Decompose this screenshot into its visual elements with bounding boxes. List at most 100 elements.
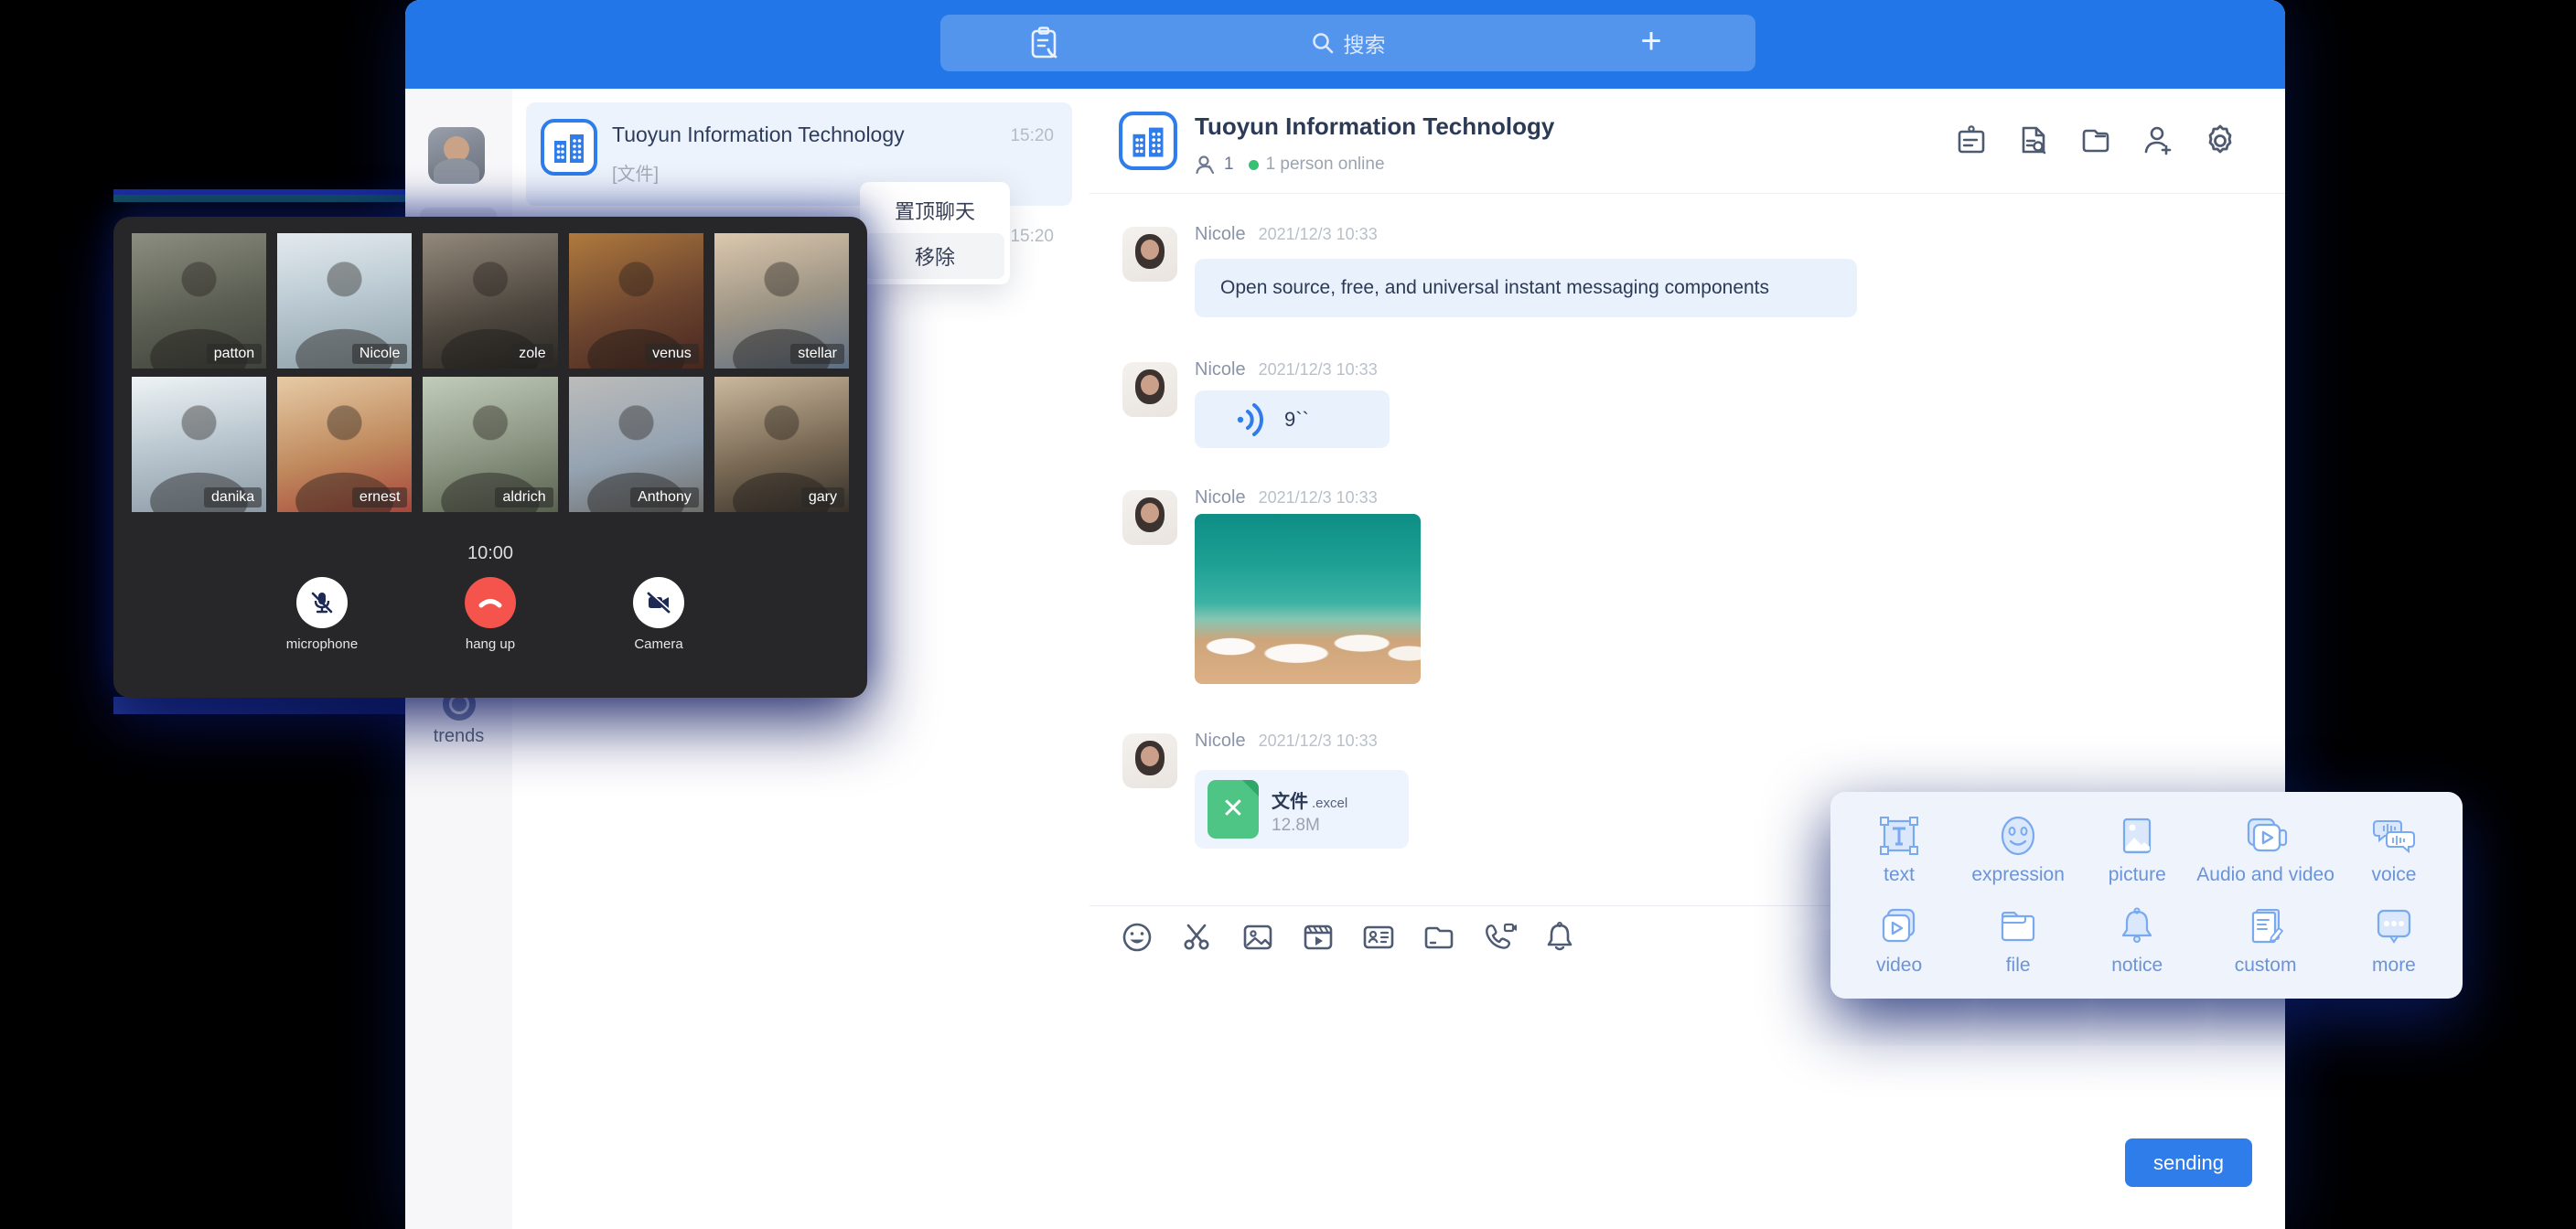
file-ext: .excel [1312,796,1347,811]
search-placeholder: 搜索 [1344,27,1386,59]
microphone-mute-button[interactable] [296,577,348,628]
trends-label: trends [405,726,512,747]
panel-item-file[interactable]: file [1959,895,2077,986]
file-name: 文件.excel [1272,786,1347,813]
custom-icon [2244,904,2288,948]
panel-item-video[interactable]: video [1840,895,1959,986]
current-user-avatar[interactable] [428,127,485,184]
voice-message-bubble[interactable]: 9`` [1195,390,1390,448]
menu-item-remove[interactable]: 移除 [865,233,1004,279]
notice-bell-icon[interactable] [1540,917,1580,957]
file-message-card[interactable]: ✕ 文件.excel 12.8M [1195,770,1409,849]
panel-item-picture[interactable]: picture [2077,805,2196,895]
participant-name: danika [204,487,262,508]
backdrop-glow-strip [113,697,405,714]
call-records-button[interactable] [940,15,1149,71]
video-tile[interactable]: gary [714,377,849,512]
message-type-panel: text expression picture Audio and video [1830,792,2463,999]
participant-name: zole [511,344,553,364]
chat-title: Tuoyun Information Technology [1195,112,1554,141]
add-button[interactable]: + [1547,15,1755,71]
contact-card-icon[interactable] [1358,917,1399,957]
camera-label: Camera [604,636,714,652]
search-input[interactable]: 搜索 [1149,15,1547,71]
context-menu: 置顶聊天 移除 [860,182,1010,284]
message-meta: Nicole 2021/12/3 10:33 [1195,359,1378,380]
image-message-beach-photo[interactable] [1195,514,1421,684]
group-building-icon [1118,111,1178,171]
video-tile[interactable]: ernest [277,377,412,512]
video-tile[interactable]: patton [132,233,266,369]
hang-up-button[interactable] [465,577,516,628]
participant-name: Anthony [630,487,699,508]
settings-gear-icon[interactable] [2201,122,2239,160]
camera-control: Camera [604,577,714,652]
hangup-control: hang up [435,577,545,652]
video-tile[interactable]: Nicole [277,233,412,369]
participant-name: venus [645,344,699,364]
group-files-button[interactable] [2077,122,2115,160]
video-icon [1877,904,1921,948]
picture-icon [2115,814,2159,858]
video-tile[interactable]: danika [132,377,266,512]
text-icon [1877,814,1921,858]
hangup-label: hang up [435,636,545,652]
video-tile[interactable]: aldrich [423,377,557,512]
panel-item-voice[interactable]: voice [2334,805,2453,895]
participant-name: ernest [352,487,407,508]
sender-name: Nicole [1195,224,1246,245]
sender-avatar[interactable] [1122,362,1177,417]
voice-wave-icon [1235,401,1268,438]
participant-name: gary [801,487,844,508]
video-tile-grid: patton Nicole zole venus stellar danika … [132,233,849,512]
video-tile[interactable]: zole [423,233,557,369]
send-file-icon[interactable] [1419,917,1459,957]
panel-item-text[interactable]: text [1840,805,1959,895]
send-image-icon[interactable] [1238,917,1278,957]
panel-item-notice[interactable]: notice [2077,895,2196,986]
menu-item-pin-chat[interactable]: 置顶聊天 [865,187,1004,233]
sender-avatar[interactable] [1122,490,1177,545]
video-tile[interactable]: stellar [714,233,849,369]
panel-item-audio-video[interactable]: Audio and video [2196,805,2334,895]
members-icon [1195,155,1217,175]
member-count: 1 [1224,155,1234,175]
file-size: 12.8M [1272,816,1320,836]
conversation-time: 15:20 [1010,227,1054,247]
sender-avatar[interactable] [1122,227,1177,282]
screenshot-scissors-icon[interactable] [1177,917,1218,957]
conversation-time: 15:20 [1010,126,1054,146]
video-tile[interactable]: venus [569,233,703,369]
participant-name: Nicole [352,344,407,364]
voice-duration: 9`` [1284,408,1309,432]
input-toolbar [1117,917,1580,957]
panel-item-expression[interactable]: expression [1959,805,2077,895]
conversation-preview: [文件] [612,159,659,186]
sender-avatar[interactable] [1122,733,1177,788]
group-building-icon [540,118,598,176]
call-controls: microphone hang up Camera [132,577,849,652]
chat-subtitle: 1 1 person online [1195,155,1385,175]
send-video-icon[interactable] [1298,917,1338,957]
message-time: 2021/12/3 10:33 [1259,732,1378,751]
message-time: 2021/12/3 10:33 [1259,488,1378,508]
panel-item-custom[interactable]: custom [2196,895,2334,986]
video-tile[interactable]: Anthony [569,377,703,512]
add-member-button[interactable] [2139,122,2177,160]
emoji-icon[interactable] [1117,917,1157,957]
message-meta: Nicole 2021/12/3 10:33 [1195,731,1378,752]
chat-main: Tuoyun Information Technology 1 1 person… [1089,89,2285,1229]
sender-name: Nicole [1195,487,1246,508]
camera-toggle-button[interactable] [633,577,684,628]
video-call-icon[interactable] [1479,917,1519,957]
expression-icon [1996,814,2040,858]
send-button[interactable]: sending [2125,1138,2252,1187]
panel-item-more[interactable]: more [2334,895,2453,986]
more-icon [2372,904,2416,948]
search-icon [1311,31,1335,55]
message-meta: Nicole 2021/12/3 10:33 [1195,224,1378,245]
conversation-title: Tuoyun Information Technology [612,123,905,147]
chat-history-search-button[interactable] [2014,122,2053,160]
top-bar: 搜索 + [405,0,2285,89]
group-notice-button[interactable] [1952,122,1991,160]
